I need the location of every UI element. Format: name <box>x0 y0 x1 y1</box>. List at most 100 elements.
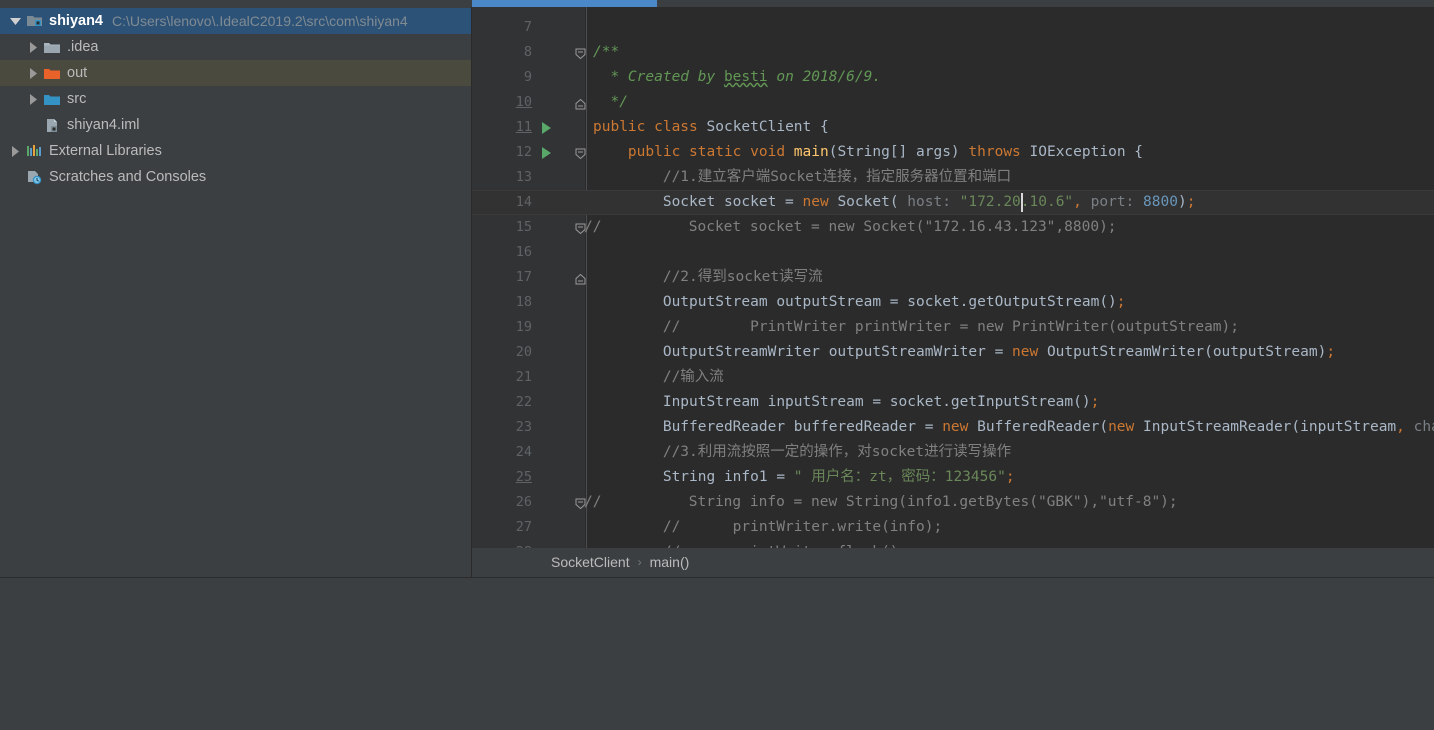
code-token-cmt: //2.得到socket读写流 <box>593 269 823 285</box>
line-number: 26 <box>515 494 532 510</box>
tree-row-scratches-and-consoles[interactable]: Scratches and Consoles <box>0 164 472 190</box>
code-token-typ: ) <box>1177 194 1187 210</box>
line-number: 14 <box>515 194 532 210</box>
line-number: 24 <box>515 444 532 460</box>
code-token-typ: OutputStream outputStream = socket.getOu… <box>593 294 1117 310</box>
code-token-typ: OutputStreamWriter(outputStream) <box>1046 344 1327 360</box>
chevron-right-icon[interactable] <box>24 93 42 105</box>
code-token-kw: throws <box>968 144 1030 160</box>
code-token-typ: (String[] args) <box>828 144 969 160</box>
code-token-cmt: String info = new String(info1.getBytes(… <box>601 494 1178 510</box>
code-token-typ: String info1 = <box>593 469 794 485</box>
code-token-typ: InputStream inputStream = socket.getInpu… <box>593 394 1091 410</box>
tree-row-shiyan4[interactable]: shiyan4 C:\Users\lenovo\.IdealC2019.2\src… <box>0 8 472 34</box>
line-number: 19 <box>515 319 532 335</box>
gutter-border <box>586 7 587 548</box>
folder-icon-orange <box>42 67 62 80</box>
code-token-typ <box>951 194 960 210</box>
tree-row-src[interactable]: src <box>0 86 472 112</box>
folder-icon-gray <box>42 41 62 54</box>
tree-row-shiyan4-iml[interactable]: shiyan4.iml <box>0 112 472 138</box>
chevron-right-icon[interactable] <box>24 41 42 53</box>
line-number: 25 <box>515 469 532 485</box>
code-line[interactable]: /** <box>593 40 619 65</box>
code-line[interactable]: //2.得到socket读写流 <box>593 265 823 290</box>
code-token-doc: /** <box>593 44 620 60</box>
line-number: 22 <box>515 394 532 410</box>
code-token-typ: InputStreamReader(inputStream <box>1143 419 1397 435</box>
line-number: 10 <box>515 94 532 110</box>
fold-end-icon[interactable] <box>575 97 586 110</box>
code-line[interactable]: Socket socket = new Socket( host: "172.2… <box>593 190 1196 215</box>
code-token-typ: OutputStreamWriter outputStreamWriter = <box>593 344 1013 360</box>
run-tool-window: Run: SocketClient×Server1823 (1)× "F:\In… <box>0 578 1434 730</box>
line-number: 8 <box>523 44 532 60</box>
commented-block-marker: // <box>584 494 602 510</box>
code-line[interactable]: //3.利用流按照一定的操作，对socket进行读写操作 <box>593 440 1011 465</box>
tree-row-external-libraries[interactable]: External Libraries <box>0 138 472 164</box>
tree-row-idea[interactable]: .idea <box>0 34 472 60</box>
code-editor[interactable]: 7 8 /** 9 * Created by besti on 2018/6/9. 10… <box>472 7 1434 548</box>
code-token-kw: new <box>802 194 838 210</box>
code-token-pun <box>593 144 628 160</box>
code-token-typ: Socket socket = <box>593 194 803 210</box>
code-token-typ: Socket( <box>837 194 899 210</box>
code-token-semi: ; <box>1090 394 1100 410</box>
code-line[interactable]: */ <box>593 90 627 115</box>
code-line[interactable]: // printWriter.flush(); <box>593 540 907 548</box>
code-line[interactable]: OutputStreamWriter outputStreamWriter = … <box>593 340 1335 365</box>
code-line[interactable]: // Socket socket = new Socket("172.16.43… <box>584 215 1117 240</box>
code-token-num: 8800 <box>1143 194 1178 210</box>
code-token-hint: host: <box>898 194 951 210</box>
chevron-right-icon[interactable] <box>24 67 42 79</box>
run-gutter-icon[interactable] <box>542 122 551 134</box>
breadcrumb-item-method[interactable]: main() <box>650 554 690 570</box>
tree-item-label: Scratches and Consoles <box>49 169 207 185</box>
code-token-typ: BufferedReader( <box>977 419 1109 435</box>
code-line[interactable]: // PrintWriter printWriter = new PrintWr… <box>593 315 1239 340</box>
chevron-down-icon[interactable] <box>6 17 24 26</box>
code-token-cmt: //3.利用流按照一定的操作，对socket进行读写操作 <box>593 444 1012 460</box>
code-line[interactable]: OutputStream outputStream = socket.getOu… <box>593 290 1126 315</box>
code-line[interactable]: public static void main(String[] args) t… <box>593 140 1143 165</box>
code-line[interactable]: //1.建立客户端Socket连接，指定服务器位置和端口 <box>593 165 1011 190</box>
line-number: 28 <box>486 540 532 548</box>
code-token-typ <box>1134 194 1143 210</box>
fold-collapse-top-icon[interactable] <box>575 47 586 60</box>
tree-item-label: shiyan4 <box>49 13 103 29</box>
tree-row-out[interactable]: out <box>0 60 472 86</box>
tree-item-label: .idea <box>67 39 99 55</box>
line-number: 20 <box>515 344 532 360</box>
code-token-semi: , <box>1396 419 1405 435</box>
tree-item-label: out <box>67 65 88 81</box>
code-line[interactable]: InputStream inputStream = socket.getInpu… <box>593 390 1100 415</box>
code-token-kw: new <box>1108 419 1143 435</box>
code-line[interactable]: String info1 = " 用户名：zt，密码：123456"; <box>593 465 1015 490</box>
active-tab-indicator[interactable] <box>472 0 657 7</box>
fold-collapse-top-icon[interactable] <box>575 147 586 160</box>
code-line[interactable]: public class SocketClient { <box>593 115 829 140</box>
code-token-cmt: //输入流 <box>593 369 724 385</box>
code-token-typ: SocketClient <box>706 119 820 135</box>
fold-end-icon[interactable] <box>575 272 586 285</box>
tree-item-label: External Libraries <box>49 143 162 159</box>
code-line[interactable]: BufferedReader bufferedReader = new Buff… <box>593 415 1434 440</box>
code-token-cmt: // PrintWriter printWriter = new PrintWr… <box>593 319 1240 335</box>
project-tree-panel[interactable]: shiyan4 C:\Users\lenovo\.IdealC2019.2\src… <box>0 8 472 578</box>
code-token-cmt: //1.建立客户端Socket连接，指定服务器位置和端口 <box>593 169 1012 185</box>
run-gutter-icon[interactable] <box>542 147 551 159</box>
breadcrumb-item-class[interactable]: SocketClient <box>551 554 630 570</box>
tree-item-label: src <box>67 91 87 107</box>
tree-item-path: C:\Users\lenovo\.IdealC2019.2\src\com\sh… <box>112 13 408 29</box>
commented-block-marker: // <box>584 219 602 235</box>
code-line[interactable]: * Created by besti on 2018/6/9. <box>593 65 881 90</box>
line-number: 23 <box>515 419 532 435</box>
code-token-hint: port: <box>1081 194 1135 210</box>
code-line[interactable]: // String info = new String(info1.getByt… <box>584 490 1178 515</box>
code-line[interactable]: //输入流 <box>593 365 724 390</box>
chevron-right-icon[interactable] <box>6 145 24 157</box>
code-token-kw: new <box>942 419 978 435</box>
chevron-right-icon: › <box>637 554 642 569</box>
breadcrumb: SocketClient › main() <box>472 548 1434 575</box>
code-line[interactable]: // printWriter.write(info); <box>593 515 942 540</box>
